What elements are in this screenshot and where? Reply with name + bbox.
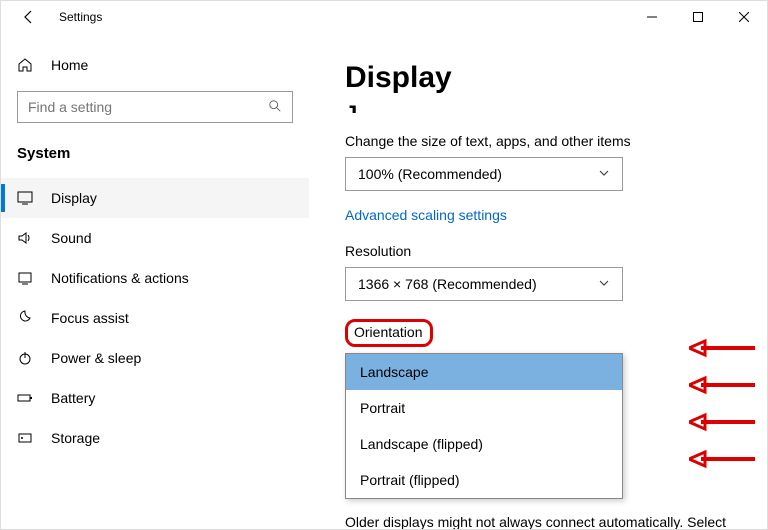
chevron-down-icon: [598, 277, 610, 292]
sidebar-item-power-sleep[interactable]: Power & sleep: [1, 338, 309, 378]
orientation-option-landscape[interactable]: Landscape: [346, 354, 622, 390]
nav-label: Notifications & actions: [51, 270, 189, 286]
close-button[interactable]: [721, 1, 767, 33]
sound-icon: [17, 230, 33, 246]
home-label: Home: [51, 57, 88, 73]
sidebar-item-display[interactable]: Display: [1, 178, 309, 218]
minimize-button[interactable]: [629, 1, 675, 33]
cropped-heading: J: [345, 101, 747, 113]
home-link[interactable]: Home: [1, 49, 309, 81]
resolution-dropdown[interactable]: 1366 × 768 (Recommended): [345, 267, 623, 301]
power-icon: [17, 350, 33, 366]
search-input[interactable]: [17, 91, 293, 123]
footer-text: Older displays might not always connect …: [345, 513, 747, 529]
window-title: Settings: [59, 10, 102, 24]
orientation-label-annotated: Orientation: [345, 319, 433, 347]
nav-label: Storage: [51, 430, 100, 446]
display-icon: [17, 190, 33, 206]
nav-label: Sound: [51, 230, 91, 246]
sidebar-item-storage[interactable]: Storage: [1, 418, 309, 458]
orientation-option-portrait[interactable]: Portrait: [346, 390, 622, 426]
annotation-arrow-3: [689, 411, 759, 433]
search-icon: [268, 99, 282, 116]
annotation-arrow-2: [689, 374, 759, 396]
advanced-scaling-link[interactable]: Advanced scaling settings: [345, 207, 507, 223]
back-button[interactable]: [9, 1, 49, 33]
annotation-arrow-1: [689, 337, 759, 359]
section-label: System: [1, 135, 309, 178]
titlebar: Settings: [1, 1, 767, 33]
notifications-icon: [17, 270, 33, 286]
scale-value: 100% (Recommended): [358, 166, 502, 182]
orientation-option-landscape-flipped[interactable]: Landscape (flipped): [346, 426, 622, 462]
sidebar: Home System Display Sound Notification: [1, 33, 309, 529]
resolution-label: Resolution: [345, 243, 747, 259]
nav-label: Focus assist: [51, 310, 129, 326]
annotation-arrow-4: [689, 448, 759, 470]
sidebar-item-sound[interactable]: Sound: [1, 218, 309, 258]
storage-icon: [17, 430, 33, 446]
sidebar-item-battery[interactable]: Battery: [1, 378, 309, 418]
sidebar-item-focus-assist[interactable]: Focus assist: [1, 298, 309, 338]
chevron-down-icon: [598, 167, 610, 182]
maximize-button[interactable]: [675, 1, 721, 33]
nav-label: Battery: [51, 390, 95, 406]
main-panel: Display J Change the size of text, apps,…: [309, 33, 767, 529]
home-icon: [17, 57, 33, 73]
window-controls: [629, 1, 767, 33]
nav-label: Power & sleep: [51, 350, 141, 366]
battery-icon: [17, 390, 33, 406]
resolution-value: 1366 × 768 (Recommended): [358, 276, 537, 292]
scale-dropdown[interactable]: 100% (Recommended): [345, 157, 623, 191]
nav-label: Display: [51, 190, 97, 206]
orientation-option-portrait-flipped[interactable]: Portrait (flipped): [346, 462, 622, 498]
search-field[interactable]: [28, 99, 268, 115]
page-title: Display: [345, 61, 747, 95]
orientation-options-list: Landscape Portrait Landscape (flipped) P…: [345, 353, 623, 499]
scale-label: Change the size of text, apps, and other…: [345, 133, 747, 149]
sidebar-item-notifications[interactable]: Notifications & actions: [1, 258, 309, 298]
orientation-label: Orientation: [354, 324, 422, 340]
focus-assist-icon: [17, 310, 33, 326]
